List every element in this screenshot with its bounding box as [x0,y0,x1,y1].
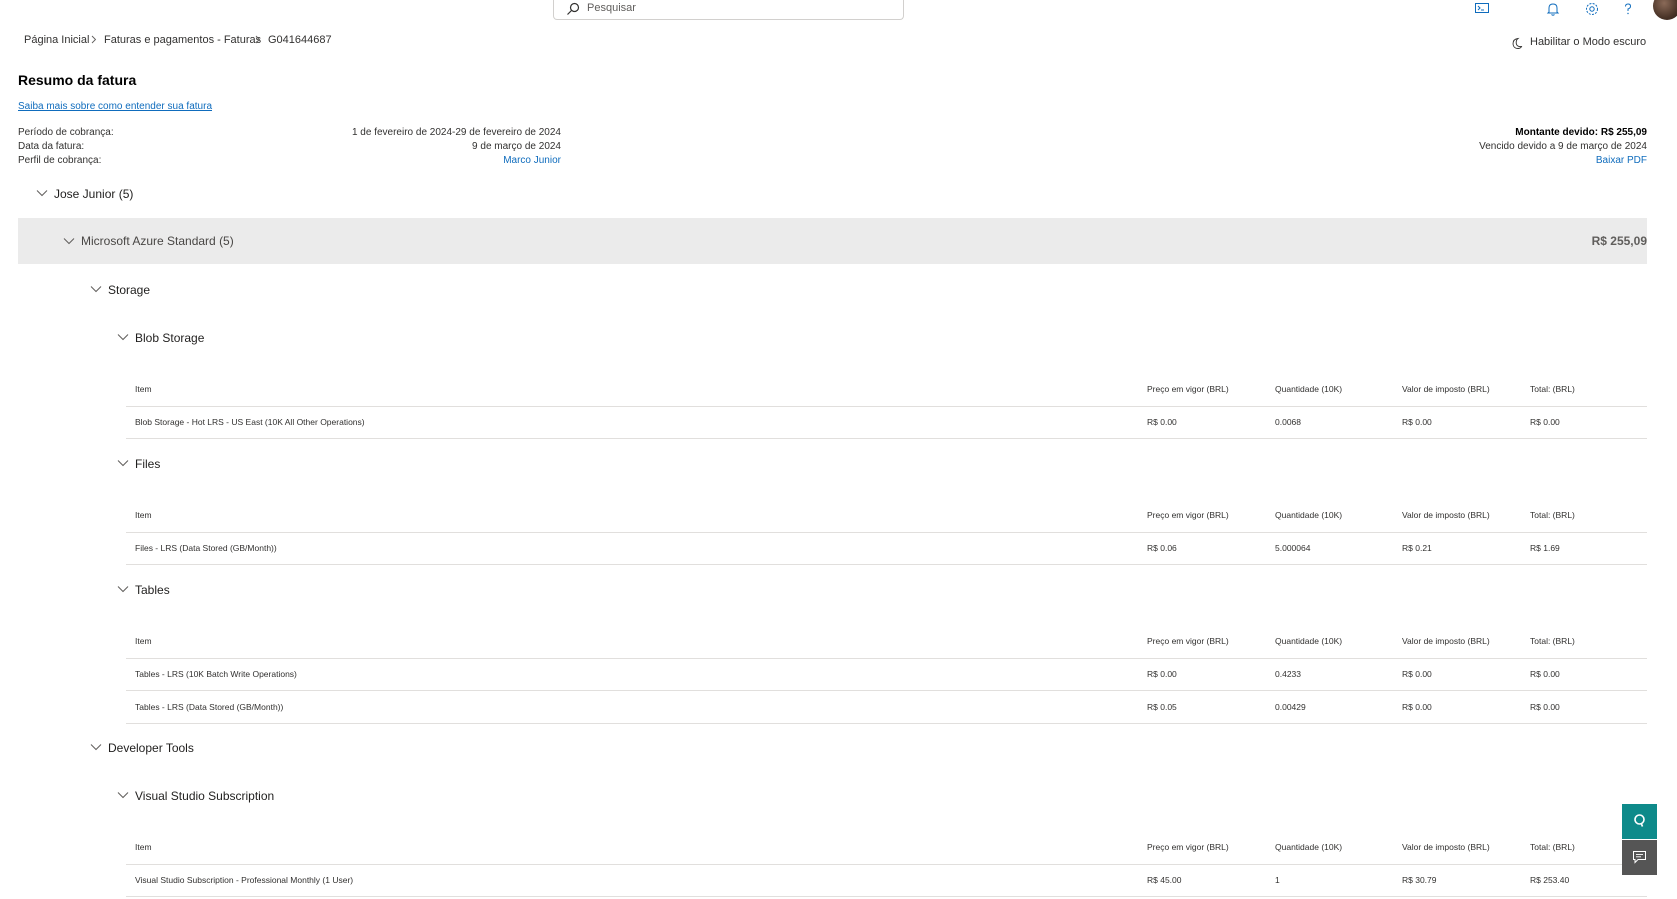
chevron-down-icon[interactable] [36,189,48,197]
storage-group-label[interactable]: Storage [108,283,150,297]
blob-group-label[interactable]: Blob Storage [135,331,204,345]
period-label: Período de cobrança: [18,127,114,138]
chevron-down-icon[interactable] [117,791,129,799]
learn-more-link[interactable]: Saiba mais sobre como entender sua fatur… [18,101,212,112]
cell-tax: R$ 0.00 [1402,417,1432,427]
cell-price: R$ 0.00 [1147,417,1177,427]
col-price: Preço em vigor (BRL) [1147,510,1229,520]
subscription-label[interactable]: Microsoft Azure Standard (5) [81,234,234,248]
subscription-amount: R$ 255,09 [1591,234,1647,248]
chat-button[interactable] [1622,840,1657,875]
invoice-date-value: 9 de março de 2024 [472,141,561,152]
col-qty: Quantidade (10K) [1275,842,1343,852]
cell-tax: R$ 0.00 [1402,669,1432,679]
col-total: Total: (BRL) [1530,384,1575,394]
col-item: Item [135,510,152,520]
cell-total: R$ 0.00 [1530,417,1560,427]
message-icon [1633,851,1646,864]
cell-item: Tables - LRS (Data Stored (GB/Month)) [135,702,284,712]
col-price: Preço em vigor (BRL) [1147,384,1229,394]
col-tax: Valor de imposto (BRL) [1402,510,1490,520]
billing-profile-link[interactable]: Marco Junior [503,155,561,166]
col-price: Preço em vigor (BRL) [1147,842,1229,852]
col-qty: Quantidade (10K) [1275,384,1343,394]
col-qty: Quantidade (10K) [1275,636,1343,646]
cell-qty: 5.000064 [1275,543,1311,553]
subscription-row[interactable] [18,218,1647,264]
due-date-text: Vencido devido a 9 de março de 2024 [1479,141,1647,152]
cell-item: Tables - LRS (10K Batch Write Operations… [135,669,297,679]
cloud-shell-icon[interactable] [1474,1,1490,17]
chat-assistant-icon [1634,814,1645,827]
col-qty: Quantidade (10K) [1275,510,1343,520]
chevron-down-icon[interactable] [63,237,75,245]
cell-price: R$ 45.00 [1147,875,1182,885]
cell-total: R$ 1.69 [1530,543,1560,553]
chevron-down-icon[interactable] [117,585,129,593]
tables-group-label[interactable]: Tables [135,583,170,597]
cell-total: R$ 0.00 [1530,702,1560,712]
col-price: Preço em vigor (BRL) [1147,636,1229,646]
col-item: Item [135,636,152,646]
cell-qty: 0.00429 [1275,702,1306,712]
cell-tax: R$ 30.79 [1402,875,1437,885]
cell-item: Blob Storage - Hot LRS - US East (10K Al… [135,417,365,427]
chevron-down-icon[interactable] [117,459,129,467]
download-pdf-link[interactable]: Baixar PDF [1596,155,1647,166]
cell-qty: 0.0068 [1275,417,1301,427]
cell-item: Visual Studio Subscription - Professiona… [135,875,354,885]
invoice-date-label: Data da fatura: [18,141,85,152]
amount-due: Montante devido: R$ 255,09 [1515,127,1647,138]
breadcrumb-invoice: G041644687 [268,34,332,46]
feedback-button[interactable] [1622,804,1657,839]
cell-price: R$ 0.05 [1147,702,1177,712]
col-item: Item [135,384,152,394]
col-tax: Valor de imposto (BRL) [1402,636,1490,646]
owner-group-label[interactable]: Jose Junior (5) [54,187,133,201]
col-total: Total: (BRL) [1530,636,1575,646]
dark-mode-label[interactable]: Habilitar o Modo escuro [1530,36,1646,48]
moon-icon [1512,37,1523,49]
cell-total: R$ 253.40 [1530,875,1570,885]
cell-price: R$ 0.00 [1147,669,1177,679]
devtools-group-label[interactable]: Developer Tools [108,741,194,755]
col-total: Total: (BRL) [1530,842,1575,852]
settings-gear-icon[interactable] [1584,1,1600,17]
cell-tax: R$ 0.21 [1402,543,1432,553]
period-value: 1 de fevereiro de 2024-29 de fevereiro d… [351,127,561,138]
help-icon[interactable] [1620,1,1636,17]
cell-total: R$ 0.00 [1530,669,1560,679]
files-group-label[interactable]: Files [135,457,160,471]
col-tax: Valor de imposto (BRL) [1402,842,1490,852]
vss-group-label[interactable]: Visual Studio Subscription [135,789,274,803]
page-title: Resumo da fatura [18,72,137,88]
cell-item: Files - LRS (Data Stored (GB/Month)) [135,543,277,553]
cell-price: R$ 0.06 [1147,543,1177,553]
cell-tax: R$ 0.00 [1402,702,1432,712]
user-avatar[interactable] [1653,0,1677,20]
cell-qty: 1 [1275,875,1280,885]
chevron-down-icon[interactable] [90,285,102,293]
chevron-down-icon[interactable] [90,743,102,751]
notifications-bell-icon[interactable] [1545,1,1561,17]
chevron-down-icon[interactable] [117,333,129,341]
breadcrumb-home[interactable]: Página Inicial [24,34,89,46]
billing-profile-label: Perfil de cobrança: [18,155,102,166]
col-tax: Valor de imposto (BRL) [1402,384,1490,394]
breadcrumb-billing[interactable]: Faturas e pagamentos - Faturas [104,34,261,46]
col-item: Item [135,842,152,852]
search-icon [567,2,580,15]
cell-qty: 0.4233 [1275,669,1301,679]
search-input[interactable]: Pesquisar [587,2,636,14]
chevron-right-icon [91,35,97,44]
search-box[interactable]: Pesquisar [553,0,904,20]
col-total: Total: (BRL) [1530,510,1575,520]
chevron-right-icon [255,35,261,44]
